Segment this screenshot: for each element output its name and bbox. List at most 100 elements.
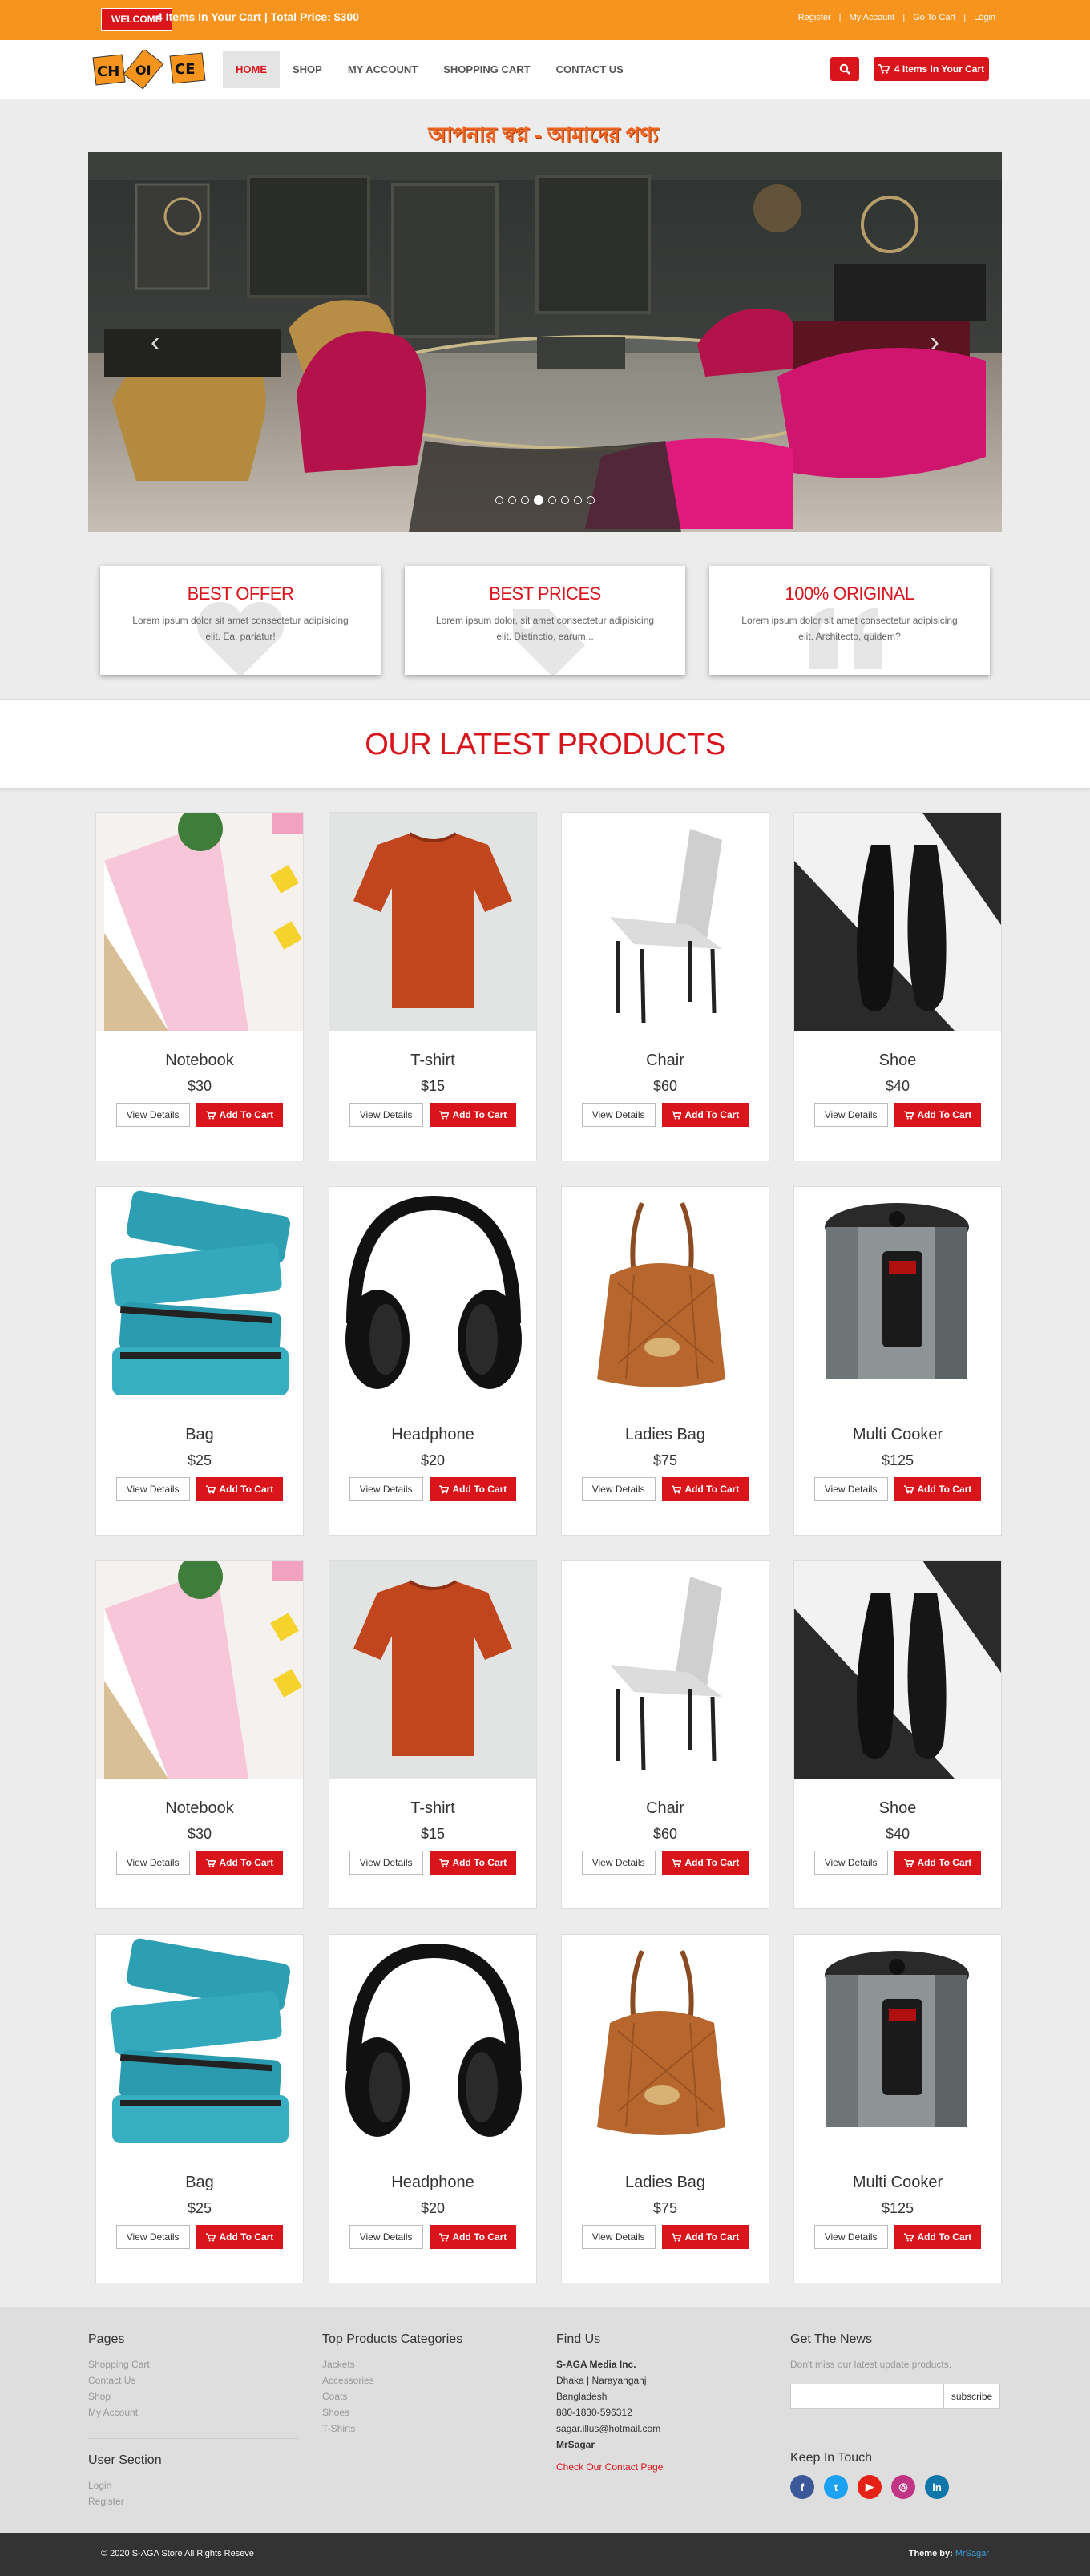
hero-slider[interactable]: ‹ › [88, 152, 1002, 532]
my-account-link[interactable]: My Account [850, 13, 895, 22]
footer-link-shopping-cart[interactable]: Shopping Cart [88, 2356, 298, 2372]
category-link[interactable]: Shoes [322, 2404, 462, 2421]
view-details-button[interactable]: View Details [115, 1103, 190, 1127]
slider-dot[interactable] [508, 496, 516, 504]
add-to-cart-button[interactable]: Add To Cart [661, 2225, 749, 2249]
slider-dot[interactable] [561, 496, 569, 504]
search-button[interactable] [830, 57, 859, 81]
view-details-button[interactable]: View Details [813, 2225, 888, 2249]
add-to-cart-button[interactable]: Add To Cart [196, 1477, 284, 1501]
add-to-cart-button[interactable]: Add To Cart [894, 1851, 982, 1875]
view-details-button[interactable]: View Details [581, 1103, 656, 1127]
product-image[interactable] [96, 1561, 303, 1779]
view-details-button[interactable]: View Details [813, 1477, 888, 1501]
nav-home[interactable]: HOME [223, 51, 280, 88]
login-link[interactable]: Login [974, 13, 995, 22]
add-to-cart-button[interactable]: Add To Cart [661, 1851, 749, 1875]
category-link[interactable]: T-Shirts [322, 2421, 462, 2437]
view-details-button[interactable]: View Details [349, 2225, 423, 2249]
footer-link-contact[interactable]: Contact Us [88, 2372, 298, 2388]
view-details-button[interactable]: View Details [349, 1851, 423, 1875]
category-link[interactable]: Jackets [322, 2356, 462, 2372]
add-to-cart-button[interactable]: Add To Cart [196, 2225, 284, 2249]
view-details-button[interactable]: View Details [581, 1851, 656, 1875]
add-to-cart-button[interactable]: Add To Cart [894, 1103, 982, 1127]
product-name: Headphone [391, 1426, 474, 1443]
product-image[interactable] [794, 1561, 1001, 1779]
view-details-button[interactable]: View Details [115, 1851, 190, 1875]
slider-next-arrow[interactable]: › [931, 327, 939, 358]
product-image[interactable] [329, 1187, 536, 1405]
theme-author-link[interactable]: MrSagar [955, 2549, 989, 2558]
view-details-button[interactable]: View Details [813, 1103, 888, 1127]
slider-prev-arrow[interactable]: ‹ [151, 327, 159, 358]
nav-contact-us[interactable]: CONTACT US [543, 51, 636, 88]
category-link[interactable]: Coats [322, 2388, 462, 2404]
view-details-button[interactable]: View Details [115, 1477, 190, 1501]
slider-dot[interactable] [534, 495, 543, 505]
product-name: Multi Cooker [852, 2174, 943, 2191]
twitter-icon[interactable]: t [824, 2475, 848, 2499]
view-details-button[interactable]: View Details [581, 1477, 656, 1501]
footer-link-login[interactable]: Login [88, 2477, 298, 2493]
product-image[interactable] [562, 1187, 769, 1405]
slider-dot[interactable] [574, 496, 582, 504]
subscribe-button[interactable]: subscribe [944, 2384, 1000, 2409]
product-image[interactable] [562, 813, 769, 1031]
nav-my-account[interactable]: MY ACCOUNT [335, 51, 430, 88]
view-details-button[interactable]: View Details [349, 1103, 423, 1127]
product-image[interactable] [329, 813, 536, 1031]
slider-dot[interactable] [548, 496, 556, 504]
product-price: $60 [652, 1078, 678, 1094]
product-image[interactable] [96, 1187, 303, 1405]
slider-dot[interactable] [587, 496, 595, 504]
view-details-button[interactable]: View Details [813, 1851, 888, 1875]
add-to-cart-button[interactable]: Add To Cart [429, 1851, 517, 1875]
cart-icon [205, 1110, 216, 1119]
slider-dot[interactable] [521, 496, 529, 504]
cart-icon [903, 1484, 914, 1493]
youtube-icon[interactable]: ▶ [858, 2475, 882, 2499]
product-image[interactable] [562, 1561, 769, 1779]
category-link[interactable]: Accessories [322, 2372, 462, 2388]
product-image[interactable] [794, 813, 1001, 1031]
register-link[interactable]: Register [798, 13, 831, 22]
product-price: $20 [420, 2200, 446, 2216]
nav-shop[interactable]: SHOP [280, 51, 335, 88]
add-to-cart-button[interactable]: Add To Cart [429, 2225, 517, 2249]
product-price: $15 [420, 1078, 446, 1094]
add-to-cart-button[interactable]: Add To Cart [661, 1103, 749, 1127]
contact-page-link[interactable]: Check Our Contact Page [556, 2459, 663, 2475]
add-to-cart-button[interactable]: Add To Cart [429, 1103, 517, 1127]
newsletter-email-input[interactable] [790, 2384, 944, 2409]
product-image[interactable] [329, 1561, 536, 1779]
add-to-cart-button[interactable]: Add To Cart [894, 1477, 982, 1501]
add-to-cart-button[interactable]: Add To Cart [894, 2225, 982, 2249]
product-image[interactable] [96, 813, 303, 1031]
footer-link-register[interactable]: Register [88, 2493, 298, 2509]
product-image[interactable] [794, 1187, 1001, 1405]
view-details-button[interactable]: View Details [581, 2225, 656, 2249]
add-to-cart-button[interactable]: Add To Cart [661, 1477, 749, 1501]
add-to-cart-button[interactable]: Add To Cart [196, 1851, 284, 1875]
nav-shopping-cart[interactable]: SHOPPING CART [430, 51, 543, 88]
cart-icon [903, 1858, 914, 1867]
slider-dot[interactable] [495, 496, 503, 504]
view-details-button[interactable]: View Details [115, 2225, 190, 2249]
linkedin-icon[interactable]: in [925, 2475, 949, 2499]
instagram-icon[interactable]: ◎ [891, 2475, 915, 2499]
go-to-cart-link[interactable]: Go To Cart [913, 13, 955, 22]
product-image[interactable] [562, 1935, 769, 2153]
product-image[interactable] [329, 1935, 536, 2153]
cart-button[interactable]: 4 Items In Your Cart [874, 57, 989, 81]
add-to-cart-button[interactable]: Add To Cart [196, 1103, 284, 1127]
product-image[interactable] [794, 1935, 1001, 2153]
choice-logo[interactable]: CH OI CE [90, 50, 210, 90]
add-to-cart-button[interactable]: Add To Cart [429, 1477, 517, 1501]
view-details-button[interactable]: View Details [349, 1477, 423, 1501]
footer-link-account[interactable]: My Account [88, 2404, 298, 2421]
product-image[interactable] [96, 1935, 303, 2153]
footer-link-shop[interactable]: Shop [88, 2388, 298, 2404]
theme-credit: Theme by: MrSagar [908, 2549, 989, 2558]
facebook-icon[interactable]: f [790, 2475, 814, 2499]
